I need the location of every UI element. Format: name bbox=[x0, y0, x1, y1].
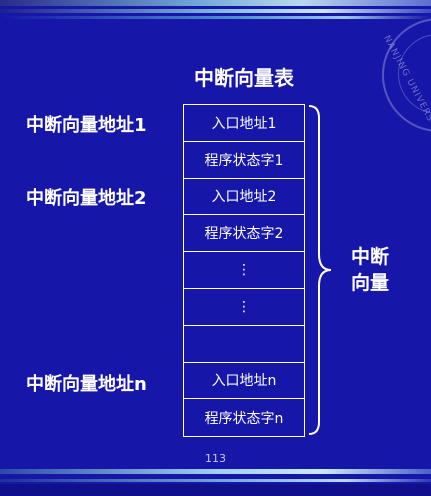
top-stripe bbox=[0, 0, 431, 6]
side-label-line-1: 中断 bbox=[350, 246, 389, 268]
side-label-line-2: 向量 bbox=[350, 272, 389, 294]
bottom-stripe bbox=[0, 469, 431, 474]
table-cell-psw-1: 程序状态字1 bbox=[184, 142, 304, 179]
top-stripe bbox=[0, 9, 431, 13]
table-cell-ellipsis: ⋮ bbox=[184, 289, 304, 326]
vector-table: 入口地址1 程序状态字1 入口地址2 程序状态字2 ⋮ ⋮ 入口地址n 程序状态… bbox=[183, 104, 305, 438]
top-stripe bbox=[0, 16, 431, 19]
table-cell-ellipsis: ⋮ bbox=[184, 252, 304, 289]
vector-address-n-label: 中断向量地址n bbox=[26, 374, 147, 395]
table-cell-empty bbox=[184, 326, 304, 363]
slide: NANJING UNIVERS 中断向量表 中断向量地址1 中断向量地址2 中断… bbox=[0, 0, 431, 496]
table-cell-entry-2: 入口地址2 bbox=[184, 179, 304, 216]
table-cell-entry-n: 入口地址n bbox=[184, 363, 304, 400]
interrupt-vector-label: 中断 向量 bbox=[348, 244, 392, 296]
page-number: 113 bbox=[205, 452, 226, 465]
bottom-stripe bbox=[0, 479, 431, 482]
table-cell-psw-2: 程序状态字2 bbox=[184, 215, 304, 253]
right-brace-icon bbox=[308, 105, 332, 435]
bottom-band bbox=[0, 484, 431, 496]
table-cell-psw-n: 程序状态字n bbox=[204, 410, 284, 427]
vector-address-1-label: 中断向量地址1 bbox=[26, 115, 147, 136]
diagram-title: 中断向量表 bbox=[194, 66, 294, 90]
vector-address-2-label: 中断向量地址2 bbox=[26, 188, 147, 209]
table-cell-entry-1: 入口地址1 bbox=[184, 105, 304, 142]
